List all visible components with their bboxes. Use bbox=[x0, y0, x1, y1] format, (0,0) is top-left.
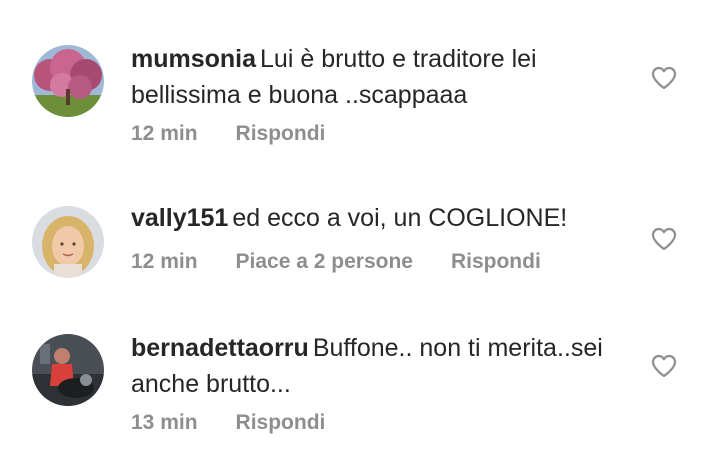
comment-meta: 12 min Piace a 2 persone Rispondi bbox=[131, 250, 541, 274]
heart-outline-icon[interactable] bbox=[651, 227, 677, 251]
comment-time: 13 min bbox=[131, 411, 198, 434]
avatar-image bbox=[32, 206, 104, 278]
comment-username[interactable]: vally151 bbox=[131, 204, 228, 232]
heart-outline-icon[interactable] bbox=[651, 354, 677, 378]
avatar[interactable] bbox=[32, 334, 104, 406]
comment-text-block: bernadettaorru Buffone.. non ti merita..s… bbox=[131, 330, 611, 402]
comment-text: ed ecco a voi, un COGLIONE! bbox=[232, 204, 568, 232]
avatar[interactable] bbox=[32, 206, 104, 278]
comment-time: 12 min bbox=[131, 122, 198, 145]
likes-count-button[interactable]: Piace a 2 persone bbox=[236, 250, 413, 274]
reply-button[interactable]: Rispondi bbox=[236, 411, 326, 435]
avatar-image bbox=[32, 45, 104, 117]
reply-button[interactable]: Rispondi bbox=[451, 250, 541, 274]
heart-outline-icon[interactable] bbox=[651, 66, 677, 90]
comment-text-block: mumsonia Lui è brutto e traditore lei bel… bbox=[131, 41, 611, 113]
comment-username[interactable]: bernadettaorru bbox=[131, 334, 309, 362]
avatar[interactable] bbox=[32, 45, 104, 117]
comment-username[interactable]: mumsonia bbox=[131, 45, 256, 73]
comment-text-block: vally151 ed ecco a voi, un COGLIONE! bbox=[131, 200, 611, 236]
reply-button[interactable]: Rispondi bbox=[236, 122, 326, 146]
comment-meta: 13 min Rispondi bbox=[131, 411, 325, 435]
comment-meta: 12 min Rispondi bbox=[131, 122, 325, 146]
comment-time: 12 min bbox=[131, 250, 198, 273]
avatar-image bbox=[32, 334, 104, 406]
